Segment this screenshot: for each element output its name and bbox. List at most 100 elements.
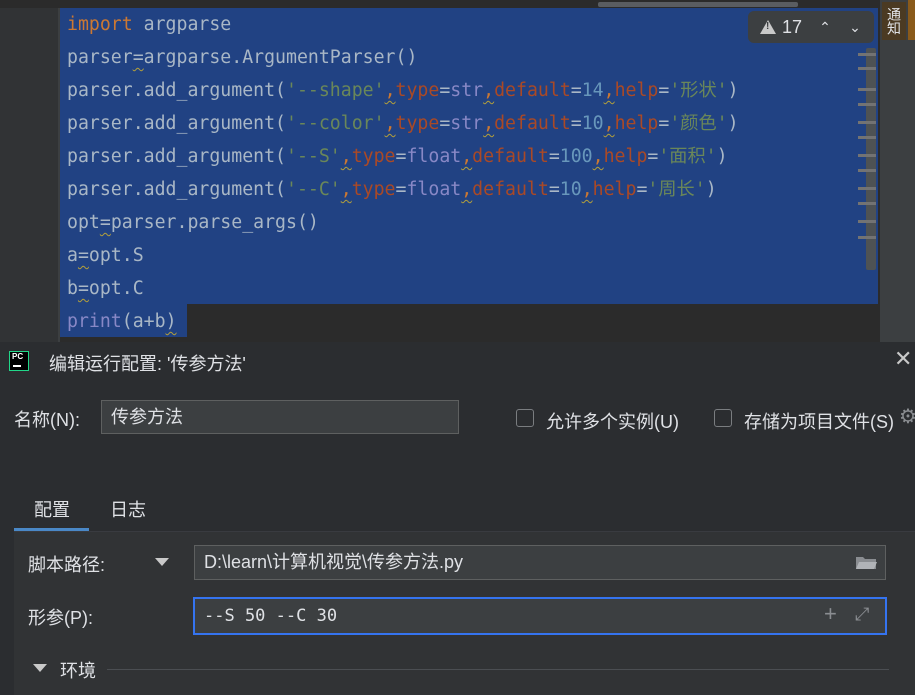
env-section-label[interactable]: 环境 [60, 657, 96, 683]
error-stripe-mark[interactable] [858, 88, 876, 91]
close-icon[interactable]: ✕ [894, 348, 912, 370]
code-token: = [395, 146, 407, 167]
code-token: 100 [559, 146, 593, 167]
error-stripe-mark[interactable] [858, 202, 876, 205]
code-line[interactable]: parser.add_argument('--S',type=float,def… [67, 140, 728, 173]
code-token: default [494, 80, 571, 101]
tab-config-label: 配置 [34, 500, 70, 520]
code-token: '--C' [286, 179, 341, 200]
error-stripe-mark[interactable] [858, 121, 876, 124]
code-token: = [658, 80, 670, 101]
allow-multiple-checkbox[interactable] [516, 409, 534, 427]
code-token: = [647, 146, 659, 167]
code-token: ) [727, 80, 739, 101]
code-token: opt.S [88, 245, 144, 266]
params-input[interactable]: --S 50 --C 30 [193, 597, 887, 635]
run-config-dialog: PC 编辑运行配置: '传参方法' ✕ 名称(N): 传参方法 允许多个实例(U… [0, 342, 915, 695]
horizontal-scroll-thumb[interactable] [598, 2, 798, 7]
code-token: = [548, 146, 560, 167]
code-line[interactable]: opt=parser.parse_args() [67, 206, 319, 239]
allow-multiple-label[interactable]: 允许多个实例(U) [546, 408, 679, 434]
plus-icon[interactable]: + [824, 603, 837, 625]
folder-icon[interactable] [855, 555, 877, 570]
code-token: opt [67, 212, 100, 233]
code-token: '面积' [658, 146, 717, 167]
expand-icon[interactable]: ⤢ [855, 604, 869, 624]
error-stripe-mark[interactable] [858, 136, 876, 139]
code-token: argparse [132, 14, 232, 35]
error-stripe-mark[interactable] [858, 154, 876, 157]
warning-icon [760, 20, 776, 34]
code-token: float [406, 179, 462, 200]
code-token: ) [716, 146, 728, 167]
tab-log[interactable]: 日志 [110, 496, 146, 522]
name-input[interactable]: 传参方法 [101, 400, 459, 434]
script-path-input[interactable]: D:\learn\计算机视觉\传参方法.py [194, 545, 886, 580]
code-token: opt.C [88, 278, 144, 299]
error-stripe-mark[interactable] [858, 103, 876, 106]
code-line[interactable]: parser.add_argument('--C',type=float,def… [67, 173, 717, 206]
tabs-divider [14, 531, 915, 532]
error-stripe-mark[interactable] [858, 53, 876, 56]
code-token: , [603, 80, 615, 101]
chevron-down-icon[interactable]: ⌄ [840, 19, 870, 36]
store-as-project-checkbox[interactable] [714, 409, 732, 427]
params-label: 形参(P): [28, 608, 93, 628]
script-type-dropdown-icon[interactable] [155, 558, 169, 566]
code-token: import [67, 14, 133, 35]
code-token: ) [165, 311, 177, 332]
code-token: , [592, 146, 604, 167]
code-token: parser.add_argument( [67, 80, 286, 101]
code-token: , [581, 179, 593, 200]
code-token: parser.add_argument( [67, 146, 286, 167]
code-token: b [67, 278, 78, 299]
code-line[interactable]: parser.add_argument('--color',type=str,d… [67, 107, 739, 140]
code-line[interactable]: parser=argparse.ArgumentParser() [67, 41, 417, 74]
code-token: = [570, 113, 582, 134]
code-editor[interactable]: import argparse parser=argparse.ArgumentP… [0, 0, 915, 342]
code-token: 14 [581, 80, 604, 101]
error-stripe-mark[interactable] [858, 236, 876, 239]
code-token: , [340, 179, 352, 200]
name-label: 名称(N): [14, 410, 80, 430]
code-token: parser [67, 47, 133, 68]
code-token: str [450, 113, 484, 134]
code-token: , [461, 179, 473, 200]
code-line[interactable]: a=opt.S [67, 239, 144, 272]
store-as-project-label[interactable]: 存储为项目文件(S) [744, 408, 894, 434]
code-line[interactable]: import argparse [67, 8, 231, 41]
code-token: ) [705, 179, 717, 200]
code-token: , [384, 80, 396, 101]
code-token: 10 [581, 113, 604, 134]
code-token: = [636, 179, 648, 200]
code-line[interactable]: b=opt.C [67, 272, 144, 305]
code-token: ) [727, 113, 739, 134]
code-token: default [472, 146, 549, 167]
error-stripe-mark[interactable] [858, 169, 876, 172]
env-collapse-icon[interactable] [33, 664, 47, 672]
notifications-tab[interactable]: 通知 [882, 2, 906, 40]
code-token: type [351, 146, 396, 167]
code-line[interactable]: parser.add_argument('--shape',type=str,d… [67, 74, 739, 107]
inspection-widget[interactable]: 17 ⌃ ⌄ [748, 11, 874, 43]
error-stripe-mark[interactable] [858, 187, 876, 190]
code-token: str [450, 80, 484, 101]
code-token: , [461, 146, 473, 167]
chevron-up-icon[interactable]: ⌃ [810, 19, 840, 36]
code-token: help [614, 113, 659, 134]
code-token: = [548, 179, 560, 200]
code-token: = [570, 80, 582, 101]
tab-config[interactable]: 配置 [14, 494, 88, 531]
code-token: = [395, 179, 407, 200]
error-stripe-mark[interactable] [858, 67, 876, 70]
dialog-titlebar[interactable]: PC 编辑运行配置: '传参方法' ✕ [0, 342, 915, 382]
code-token: default [494, 113, 571, 134]
code-token: '形状' [669, 80, 728, 101]
code-token: a [67, 245, 78, 266]
right-tool-strip [880, 0, 915, 342]
error-stripe-mark[interactable] [858, 220, 876, 223]
pycharm-icon: PC [9, 351, 29, 371]
gear-icon[interactable]: ⚙ [899, 407, 915, 427]
editor-gutter [0, 0, 58, 342]
code-line[interactable]: print(a+b) [67, 305, 177, 338]
